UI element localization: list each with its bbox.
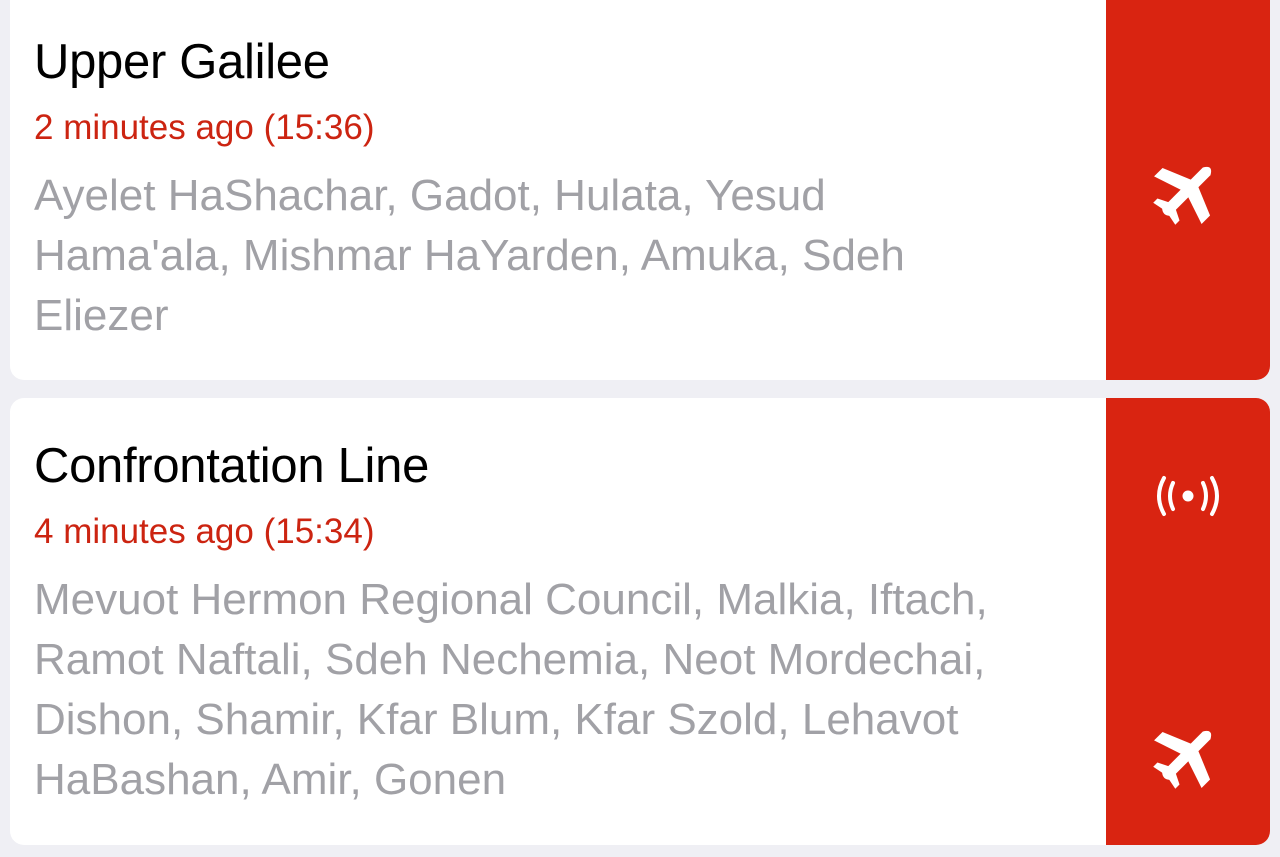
alert-card[interactable]: Upper Galilee 2 minutes ago (15:36) Ayel… bbox=[10, 0, 1270, 380]
alert-type-panel bbox=[1106, 398, 1270, 845]
broadcast-icon bbox=[1157, 476, 1219, 516]
alert-area-list: Mevuot Hermon Regional Council, Malkia, … bbox=[34, 575, 988, 804]
alert-region-title: Confrontation Line bbox=[34, 439, 430, 493]
airplane-icon bbox=[1153, 166, 1212, 225]
alert-area-list: Ayelet HaShachar, Gadot, Hulata, Yesud H… bbox=[34, 171, 905, 340]
airplane-icon bbox=[1153, 730, 1212, 789]
alert-card[interactable]: Confrontation Line 4 minutes ago (15:34)… bbox=[10, 398, 1270, 845]
alert-time: 4 minutes ago (15:34) bbox=[34, 512, 375, 551]
alert-time: 2 minutes ago (15:36) bbox=[34, 108, 375, 147]
alert-type-panel bbox=[1106, 0, 1270, 380]
alert-region-title: Upper Galilee bbox=[34, 35, 330, 89]
